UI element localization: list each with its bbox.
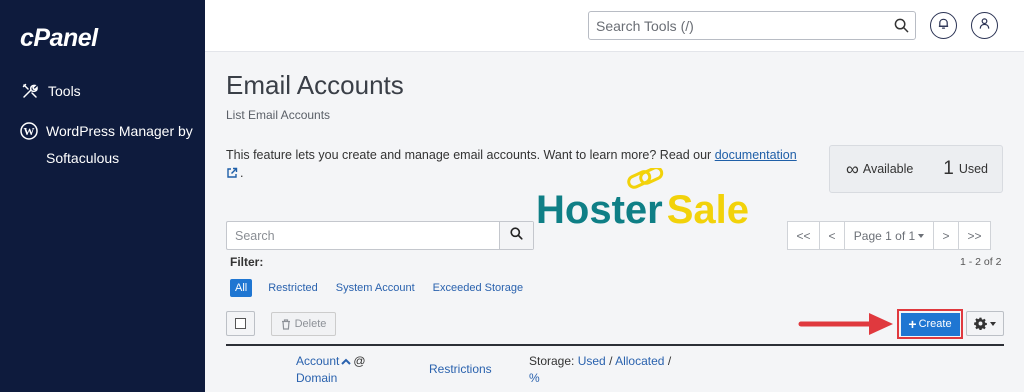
email-search-input[interactable] [227,222,499,249]
chevron-down-icon [990,321,996,326]
filter-all[interactable]: All [230,279,253,297]
slash-separator: / [667,354,672,368]
create-button[interactable]: + Create [900,312,960,336]
sort-used-link[interactable]: Used [578,354,606,368]
filter-system-account[interactable]: System Account [336,279,415,297]
bell-icon [937,17,950,35]
sidebar-item-tools[interactable]: Tools [20,78,81,105]
column-header-storage: Storage: Used / Allocated / % [529,353,709,387]
sort-percent-link[interactable]: % [529,371,540,385]
at-symbol: @ [353,354,366,368]
tools-search-input[interactable] [589,12,879,39]
select-all-checkbox[interactable] [226,311,255,336]
annotation-arrow-icon [798,313,893,335]
page-select-label: Page 1 of 1 [853,228,916,243]
svg-text:W: W [24,126,35,138]
infinity-icon: ∞ [846,158,859,179]
cpanel-logo[interactable]: cPanel [20,24,98,53]
used-count: 1 [943,158,954,179]
filter-exceeded-storage[interactable]: Exceeded Storage [433,279,524,297]
sort-account-link[interactable]: Account [296,354,339,368]
trash-icon [281,318,290,330]
sidebar-item-wordpress-manager[interactable]: W WordPress Manager by Softaculous [20,118,200,172]
first-page-button[interactable]: << [787,221,820,250]
search-button[interactable] [499,222,533,249]
last-page-button[interactable]: >> [958,221,991,250]
sort-ascending-icon[interactable] [341,353,352,370]
account-stats: ∞ Available 1 Used [829,145,1003,193]
tools-icon [20,81,40,101]
delete-button[interactable]: Delete [271,312,336,336]
page-select[interactable]: Page 1 of 1 [844,221,934,250]
intro-text: This feature lets you create and manage … [226,148,715,162]
create-label: Create [918,318,952,330]
next-page-button[interactable]: > [933,221,959,250]
prev-page-button[interactable]: < [819,221,845,250]
topbar [205,0,1024,52]
sidebar: cPanel Tools W WordPress Manager by Soft… [0,0,205,392]
available-label: Available [862,162,914,176]
storage-prefix: Storage: [529,354,575,368]
user-menu-button[interactable] [971,12,998,39]
hostersale-watermark: Hoster Sale [536,166,776,232]
column-header-restrictions: Restrictions [429,361,492,378]
page-title: Email Accounts [226,70,404,100]
email-search [226,221,534,250]
settings-dropdown-button[interactable] [966,311,1004,336]
search-icon[interactable] [894,18,909,38]
sort-domain-link[interactable]: Domain [296,371,337,385]
svg-text:HosterSale: Hoster Sale [536,188,749,232]
sort-allocated-link[interactable]: Allocated [615,354,664,368]
used-label: Used [958,162,988,176]
table-header-divider [226,344,1004,346]
watermark-text-sale: Sale [667,188,749,232]
external-link-icon[interactable] [226,166,238,184]
tools-search [588,11,916,40]
documentation-link[interactable]: documentation [715,148,797,162]
search-icon [510,226,523,245]
notifications-button[interactable] [930,12,957,39]
watermark-text-hoster: Hoster [536,188,663,232]
column-header-account: Account @ Domain [296,353,386,387]
link-icon [627,166,664,189]
wordpress-icon: W [20,121,38,141]
chevron-down-icon [918,233,925,238]
plus-icon: + [908,316,917,332]
results-range: 1 - 2 of 2 [960,256,1002,268]
create-highlight-box: + Create [897,309,963,339]
sidebar-item-label: Tools [48,83,81,99]
filter-options: All Restricted System Account Exceeded S… [230,279,541,297]
sidebar-item-label: WordPress Manager by Softaculous [46,123,193,166]
gear-icon [974,317,987,330]
filter-restricted[interactable]: Restricted [268,279,318,297]
pagination: << < Page 1 of 1 > >> [787,221,991,250]
user-icon [978,17,991,35]
checkbox-icon [235,318,246,329]
slash-separator: / [609,354,613,368]
sort-restrictions-link[interactable]: Restrictions [429,362,492,376]
intro-end: . [240,166,244,180]
filter-label: Filter: [230,255,264,269]
page-subtitle: List Email Accounts [226,108,331,122]
delete-label: Delete [294,318,327,330]
